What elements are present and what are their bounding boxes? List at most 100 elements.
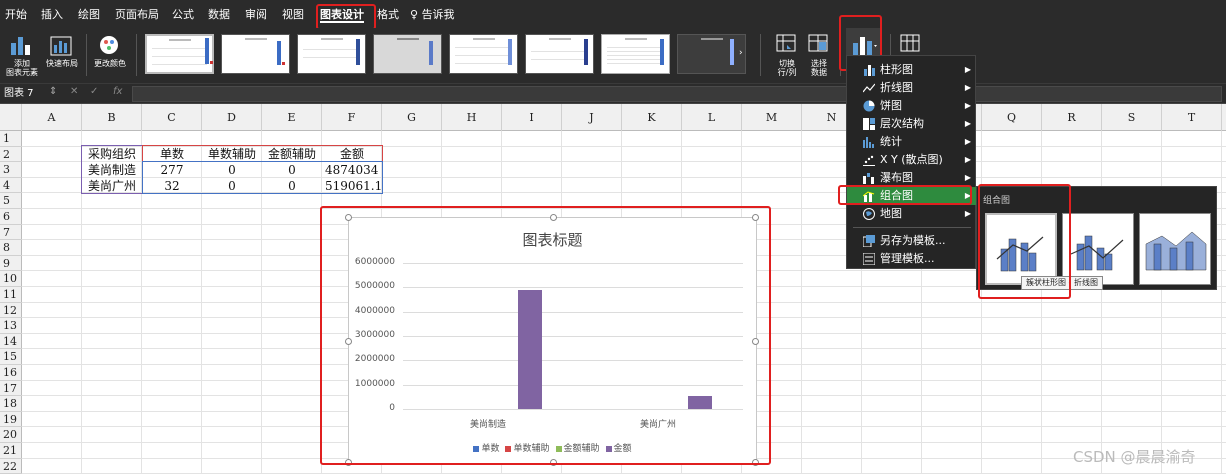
- chart-menu-item-pie-chart[interactable]: 饼图 ▶: [847, 97, 977, 115]
- submenu-arrow-icon: ▶: [964, 119, 971, 128]
- column-header-m[interactable]: M: [742, 104, 802, 131]
- name-box-stepper-icon[interactable]: ⇕: [49, 86, 57, 97]
- column-header-e[interactable]: E: [262, 104, 322, 131]
- quick-layout-button[interactable]: 快速布局: [42, 28, 82, 82]
- column-header-l[interactable]: L: [682, 104, 742, 131]
- gallery-more-icon[interactable]: ›: [739, 48, 743, 58]
- chart-menu-item-scatter-chart[interactable]: X Y (散点图) ▶: [847, 151, 977, 169]
- highlight-chart-design-tab: [316, 4, 376, 30]
- tab-page-layout[interactable]: 页面布局: [115, 6, 159, 23]
- chart-style-thumbnail[interactable]: [601, 34, 670, 74]
- row-header-9[interactable]: 9: [0, 256, 22, 272]
- category-range-border: [81, 145, 143, 194]
- chart-menu-item-label: 折线图: [880, 81, 913, 94]
- waterfall-chart-icon: [863, 172, 875, 184]
- chart-style-thumbnail[interactable]: [373, 34, 442, 74]
- row-header-15[interactable]: 15: [0, 349, 22, 365]
- tab-data[interactable]: 数据: [208, 6, 230, 23]
- chart-style-thumbnail[interactable]: [677, 34, 746, 74]
- row-header-10[interactable]: 10: [0, 271, 22, 287]
- column-header-i[interactable]: I: [502, 104, 562, 131]
- row-header-18[interactable]: 18: [0, 396, 22, 412]
- row-header-6[interactable]: 6: [0, 209, 22, 225]
- formula-input[interactable]: [132, 86, 1222, 102]
- row-header-12[interactable]: 12: [0, 303, 22, 319]
- stacked-area-column-option[interactable]: [1139, 213, 1211, 285]
- row-header-2[interactable]: 2: [0, 147, 22, 163]
- row-header-1[interactable]: 1: [0, 131, 22, 147]
- chart-menu-item-save-template[interactable]: 另存为模板...: [847, 232, 977, 250]
- tab-insert[interactable]: 插入: [41, 6, 63, 23]
- column-header-q[interactable]: Q: [982, 104, 1042, 131]
- column-header-t[interactable]: T: [1162, 104, 1222, 131]
- column-header-a[interactable]: A: [22, 104, 82, 131]
- statistic-chart-icon: [863, 136, 875, 148]
- chart-menu-item-statistic-chart[interactable]: 统计 ▶: [847, 133, 977, 151]
- fx-icon[interactable]: fx: [113, 86, 122, 97]
- chart-type-menu: 柱形图 ▶ 折线图 ▶ 饼图 ▶ 层次结构 ▶ 统计 ▶ X Y (散点图) ▶ 瀑布图 ▶ 组合图 ▶ 地图 ▶…: [846, 55, 977, 269]
- column-header-h[interactable]: H: [442, 104, 502, 131]
- switch-row-column-button[interactable]: 切换 行/列: [768, 28, 806, 82]
- cancel-icon[interactable]: ✕: [70, 86, 78, 97]
- tab-home[interactable]: 开始: [5, 6, 27, 23]
- tell-me-box[interactable]: ♀ 告诉我: [410, 6, 455, 23]
- row-header-16[interactable]: 16: [0, 365, 22, 381]
- row-header-11[interactable]: 11: [0, 287, 22, 303]
- add-chart-element-button[interactable]: 添加 图表元素: [3, 28, 41, 82]
- pie-chart-icon: [863, 100, 875, 112]
- chart-menu-item-label: 饼图: [880, 99, 902, 112]
- row-header-22[interactable]: 22: [0, 459, 22, 474]
- column-header-f[interactable]: F: [322, 104, 382, 131]
- ribbon: 添加 图表元素 快速布局 更改颜色 › 切换 行/列 选择 数据: [0, 28, 1226, 84]
- row-header-3[interactable]: 3: [0, 162, 22, 178]
- column-header-k[interactable]: K: [622, 104, 682, 131]
- row-header-8[interactable]: 8: [0, 240, 22, 256]
- confirm-icon[interactable]: ✓: [90, 86, 98, 97]
- column-line-secondary-axis-icon: [1070, 235, 1124, 271]
- column-header-j[interactable]: J: [562, 104, 622, 131]
- row-header-14[interactable]: 14: [0, 334, 22, 350]
- chart-menu-item-manage-template[interactable]: 管理模板...: [847, 250, 977, 268]
- column-header-d[interactable]: D: [202, 104, 262, 131]
- menu-separator: [853, 227, 971, 228]
- row-header-20[interactable]: 20: [0, 427, 22, 443]
- lightbulb-icon: ♀: [410, 8, 419, 21]
- change-colors-label: 更改颜色: [94, 59, 126, 68]
- row-header-17[interactable]: 17: [0, 381, 22, 397]
- select-data-button[interactable]: 选择 数据: [804, 28, 834, 82]
- column-header-g[interactable]: G: [382, 104, 442, 131]
- chart-style-thumbnail[interactable]: [525, 34, 594, 74]
- column-header-c[interactable]: C: [142, 104, 202, 131]
- chart-style-thumbnail[interactable]: [145, 34, 214, 74]
- select-data-label: 选择 数据: [811, 59, 827, 77]
- tab-review[interactable]: 审阅: [245, 6, 267, 23]
- tab-formulas[interactable]: 公式: [172, 6, 194, 23]
- row-header-21[interactable]: 21: [0, 443, 22, 459]
- row-header-4[interactable]: 4: [0, 178, 22, 194]
- tab-format[interactable]: 格式: [377, 6, 399, 23]
- chart-menu-item-column-chart[interactable]: 柱形图 ▶: [847, 61, 977, 79]
- row-header-13[interactable]: 13: [0, 318, 22, 334]
- column-header-b[interactable]: B: [82, 104, 142, 131]
- chart-menu-item-line-chart[interactable]: 折线图 ▶: [847, 79, 977, 97]
- select-all-corner[interactable]: [0, 104, 22, 131]
- tab-draw[interactable]: 绘图: [78, 6, 100, 23]
- change-colors-button[interactable]: 更改颜色: [90, 28, 130, 82]
- name-box[interactable]: 图表 7: [4, 86, 44, 102]
- quick-layout-label: 快速布局: [46, 59, 78, 68]
- chart-menu-item-map-chart[interactable]: 地图 ▶: [847, 205, 977, 223]
- column-header-r[interactable]: R: [1042, 104, 1102, 131]
- tab-view[interactable]: 视图: [282, 6, 304, 23]
- column-header-s[interactable]: S: [1102, 104, 1162, 131]
- series-name-range-border: [142, 145, 383, 162]
- row-header-7[interactable]: 7: [0, 225, 22, 241]
- tell-me-label: 告诉我: [421, 8, 455, 21]
- chart-style-thumbnail[interactable]: [297, 34, 366, 74]
- row-header-19[interactable]: 19: [0, 412, 22, 428]
- chart-style-thumbnail[interactable]: [449, 34, 518, 74]
- row-header-5[interactable]: 5: [0, 193, 22, 209]
- switch-row-column-icon: [776, 34, 796, 52]
- chart-style-thumbnail[interactable]: [221, 34, 290, 74]
- clustered-column-line-secondary-option[interactable]: [1062, 213, 1134, 285]
- chart-menu-item-hierarchy-chart[interactable]: 层次结构 ▶: [847, 115, 977, 133]
